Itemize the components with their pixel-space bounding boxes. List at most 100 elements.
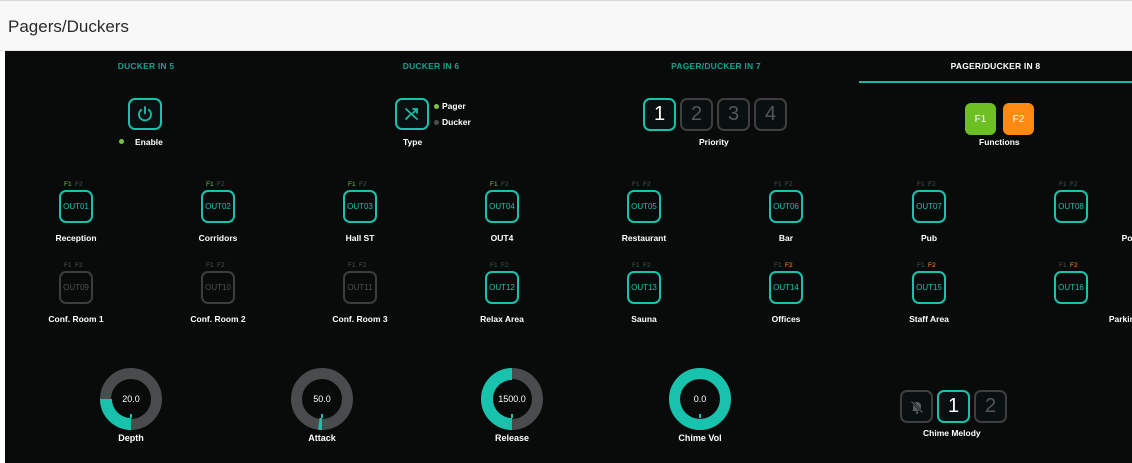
chime-vol-value: 0.0 [693,394,707,404]
f1-flag: F1 [1059,262,1067,269]
output-toggle-button[interactable]: OUT02 [201,190,235,223]
output-toggle-button[interactable]: OUT13 [627,271,661,304]
f1-flag: F1 [64,181,72,188]
f2-flag: F2 [359,181,367,188]
output-out06: F1 F2 OUT06 Bar [715,181,859,263]
chime-melody-label: Chime Melody [923,428,981,438]
chime-vol-label: Chime Vol [678,433,722,443]
enable-button[interactable] [128,98,162,130]
output-toggle-button[interactable]: OUT09 [59,271,93,304]
f1-flag: F1 [917,262,925,269]
chime-melody-2-button[interactable]: 2 [974,390,1007,423]
tab-ducker-in-6[interactable]: DUCKER IN 6 [290,51,572,81]
release-knob[interactable]: 1500.0 [480,367,544,431]
tab-ducker-in-5[interactable]: DUCKER IN 5 [5,51,287,81]
output-out14: F1 F2 OUT14 Offices [715,262,859,344]
output-toggle-button[interactable]: OUT03 [343,190,377,223]
function-f2-button[interactable]: F2 [1003,103,1034,135]
priority-2-label: 2 [690,103,703,125]
chime-melody-1-button[interactable]: 1 [937,390,970,423]
f2-flag: F2 [643,181,651,188]
priority-3-button[interactable]: 3 [717,98,750,131]
output-toggle-button[interactable]: OUT12 [485,271,519,304]
f1-flag: F1 [206,262,214,269]
output-toggle-button[interactable]: OUT08 [1054,190,1088,223]
f1-flag: F1 [1059,181,1067,188]
output-out11: F1 F2 OUT11 Conf. Room 3 [289,262,433,344]
f1-flag: F1 [64,262,72,269]
priority-1-label: 1 [653,103,666,125]
priority-4-button[interactable]: 4 [754,98,787,131]
f2-flag: F2 [75,262,83,269]
output-toggle-button[interactable]: OUT06 [769,190,803,223]
f1-flag: F1 [774,262,782,269]
f1-flag: F1 [348,181,356,188]
attack-knob[interactable]: 50.0 [290,367,354,431]
f2-flag: F2 [1070,262,1078,269]
output-out15: F1 F2 OUT15 Staff Area [858,262,1002,344]
f1-flag: F1 [632,181,640,188]
depth-knob[interactable]: 20.0 [99,367,163,431]
output-out12: F1 F2 OUT12 Relax Area [431,262,575,344]
f2-flag: F2 [217,262,225,269]
chime-mute-button[interactable] [900,390,933,423]
f2-flag: F2 [1070,181,1078,188]
output-out09: F1 F2 OUT09 Conf. Room 1 [5,262,149,344]
enable-indicator [119,139,124,144]
f1-flag: F1 [206,181,214,188]
output-toggle-button[interactable]: OUT05 [627,190,661,223]
title-bar: Pagers/Duckers [0,0,1132,51]
output-out10: F1 F2 OUT10 Conf. Room 2 [147,262,291,344]
f1-flag: F1 [632,262,640,269]
bell-off-icon [909,399,925,415]
chime-vol-knob[interactable]: 0.0 [668,367,732,431]
function-f1-button[interactable]: F1 [965,103,996,135]
f2-flag: F2 [501,262,509,269]
output-toggle-button[interactable]: OUT15 [912,271,946,304]
attack-label: Attack [308,433,336,443]
output-out05: F1 F2 OUT05 Restaurant [573,181,717,263]
attack-value: 50.0 [313,394,331,404]
active-tab-indicator [859,81,1132,83]
output-name: Staff Area [909,314,949,324]
output-toggle-button[interactable]: OUT07 [912,190,946,223]
enable-label: Enable [135,137,163,147]
tab-pager-ducker-in-7[interactable]: PAGER/DUCKER IN 7 [575,51,857,81]
tab-pager-ducker-in-8[interactable]: PAGER/DUCKER IN 8 [859,51,1132,81]
priority-3-label: 3 [727,103,740,125]
release-value: 1500.0 [498,394,526,404]
output-out07: F1 F2 OUT07 Pub [858,181,1002,263]
output-out02: F1 F2 OUT02 Corridors [147,181,291,263]
f2-flag: F2 [643,262,651,269]
output-toggle-button[interactable]: OUT11 [343,271,377,304]
power-icon [136,105,154,123]
chime-melody-1-label: 1 [947,395,960,417]
f1-flag: F1 [490,262,498,269]
output-name: Conf. Room 2 [190,314,246,324]
output-name: Hall ST [345,233,375,243]
output-name: Reception [55,233,97,243]
output-toggle-button[interactable]: OUT14 [769,271,803,304]
output-name: Pool [1121,233,1132,243]
type-toggle-button[interactable] [395,98,429,130]
priority-2-button[interactable]: 2 [680,98,713,131]
f1-flag: F1 [917,181,925,188]
output-toggle-button[interactable]: OUT16 [1054,271,1088,304]
functions-label: Functions [979,137,1020,147]
type-option-ducker[interactable]: Ducker [442,117,471,127]
output-name: Parking [1108,314,1132,324]
type-option-pager[interactable]: Pager [442,101,466,111]
output-toggle-button[interactable]: OUT10 [201,271,235,304]
type-ducker-indicator [434,120,439,125]
priority-1-button[interactable]: 1 [643,98,676,131]
output-out08: F1F2 OUT08 Pool [1000,181,1132,263]
f2-flag: F2 [501,181,509,188]
f2-flag: F2 [928,262,936,269]
depth-value: 20.0 [122,394,140,404]
output-toggle-button[interactable]: OUT01 [59,190,93,223]
f2-flag: F2 [359,262,367,269]
output-out13: F1 F2 OUT13 Sauna [573,262,717,344]
output-toggle-button[interactable]: OUT04 [485,190,519,223]
output-out16: F1F2 OUT16 Parking [1000,262,1132,344]
output-out01: F1 F2 OUT01 Reception [5,181,149,263]
